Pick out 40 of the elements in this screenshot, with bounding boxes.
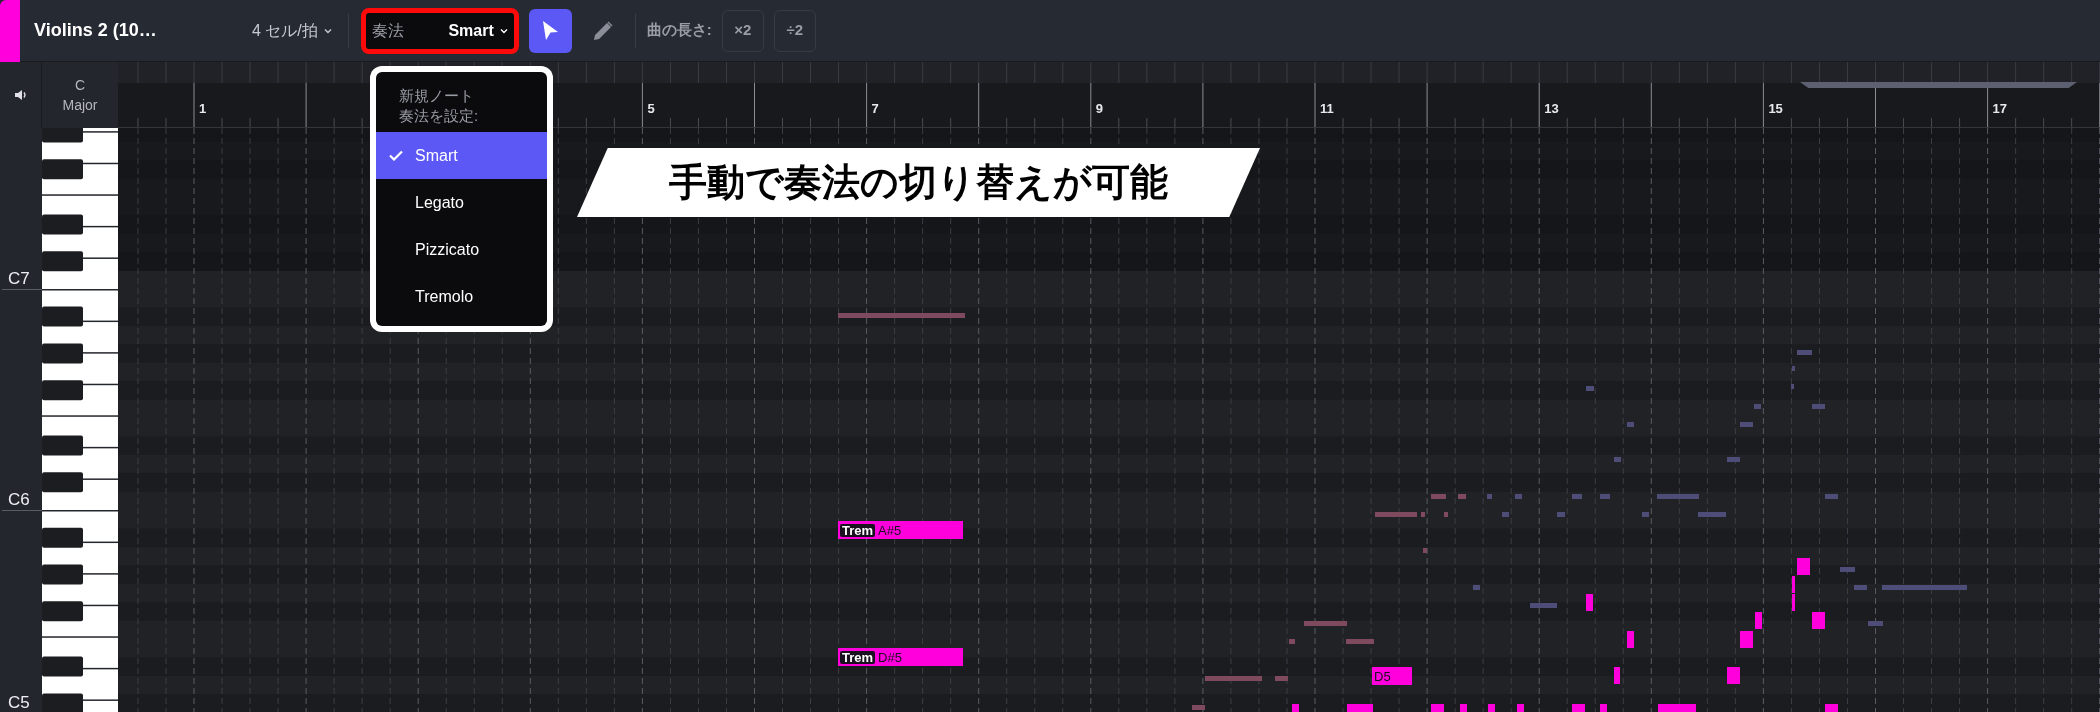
speaker-icon bbox=[13, 89, 28, 101]
note-pitch: D5 bbox=[1374, 669, 1391, 683]
song-length-label: 曲の長さ: bbox=[646, 20, 712, 41]
bar-number: 7 bbox=[871, 102, 879, 115]
scrollbar[interactable] bbox=[1800, 82, 2077, 88]
key-signature-button[interactable]: C Major bbox=[42, 62, 118, 128]
menu-item[interactable]: Pizzicato bbox=[376, 226, 547, 273]
bar-number: 1 bbox=[199, 102, 207, 115]
note[interactable]: Trem D#5 bbox=[838, 648, 963, 666]
track-title: Violins 2 (10… bbox=[34, 19, 158, 42]
select-tool-button[interactable] bbox=[528, 8, 572, 53]
bar-number: 17 bbox=[1992, 102, 2008, 115]
note-pitch: D#5 bbox=[878, 650, 902, 664]
bar-number: 11 bbox=[1320, 102, 1334, 115]
caret-icon bbox=[323, 27, 332, 34]
note-pitch: A#5 bbox=[878, 523, 902, 537]
piano-keyboard[interactable] bbox=[42, 128, 118, 712]
callout-banner: 手動で奏法の切り替えが可能 bbox=[577, 148, 1260, 217]
bar-number: 15 bbox=[1768, 102, 1783, 115]
menu-heading: 奏法を設定: bbox=[399, 106, 479, 126]
note[interactable]: Trem A#5 bbox=[838, 521, 963, 539]
note[interactable]: D5 bbox=[1372, 667, 1412, 685]
song-length-button[interactable]: ÷2 bbox=[773, 9, 816, 52]
articulation-tag: Trem bbox=[840, 650, 876, 664]
octave-label: C7 bbox=[8, 269, 30, 287]
checkmark-icon bbox=[388, 150, 403, 161]
menu-item[interactable]: Smart bbox=[376, 132, 547, 179]
articulation-dropdown[interactable]: 奏法 Smart bbox=[360, 7, 519, 54]
caret-icon bbox=[499, 27, 508, 34]
bar-number: 9 bbox=[1095, 102, 1104, 115]
menu-item[interactable]: Tremolo bbox=[376, 273, 547, 320]
octave-label: C5 bbox=[8, 694, 30, 711]
articulation-tag: Trem bbox=[840, 523, 876, 537]
octave-label: C6 bbox=[8, 491, 30, 508]
menu-item[interactable]: Legato bbox=[376, 179, 547, 226]
bar-number: 5 bbox=[647, 102, 655, 115]
menu-heading: 新規ノート bbox=[399, 86, 474, 106]
song-length-button[interactable]: ×2 bbox=[721, 9, 764, 52]
bar-number: 13 bbox=[1544, 102, 1559, 115]
grid-resolution-dropdown[interactable]: 4 セル/拍 bbox=[252, 18, 332, 43]
